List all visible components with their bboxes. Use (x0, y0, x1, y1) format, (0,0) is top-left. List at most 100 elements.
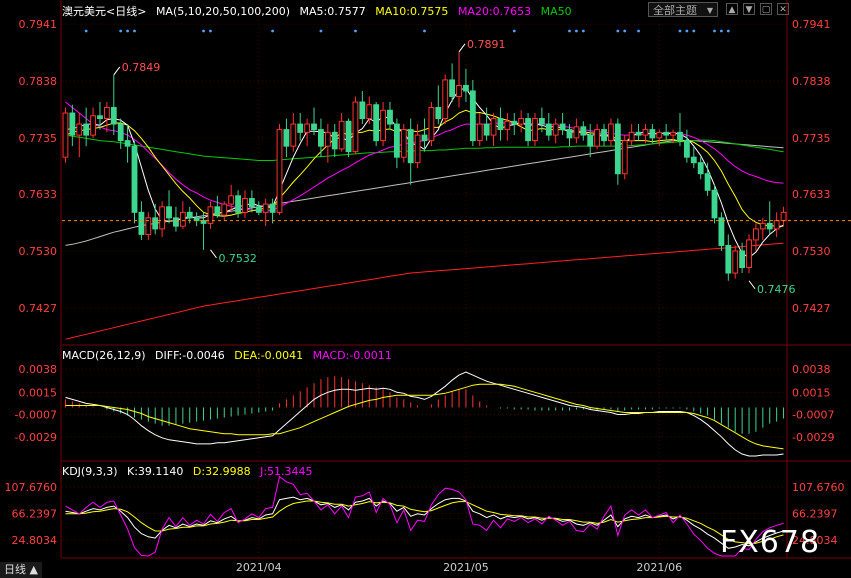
event-marker-icon (209, 29, 212, 33)
annotation-pointer (210, 249, 217, 259)
candle-body (228, 195, 235, 205)
macd-tick-right: 0.0015 (792, 386, 831, 399)
down-icon[interactable]: ▼ (743, 3, 755, 15)
candle-body (83, 123, 90, 136)
candle-body (276, 129, 283, 213)
event-marker-icon (319, 29, 323, 33)
event-marker-icon (119, 29, 123, 33)
event-marker-icon (637, 29, 640, 33)
event-marker-icon (568, 29, 571, 33)
candle-body (442, 79, 449, 120)
candle-body (235, 195, 241, 213)
macd-tick-left: -0.0029 (15, 431, 57, 444)
kdj-d: D:32.9988 (192, 465, 251, 478)
close-icon[interactable]: ✕ (777, 3, 789, 15)
candle-body (573, 126, 580, 139)
event-marker-icon (685, 29, 689, 33)
event-marker-icon (575, 29, 578, 33)
candle-body (152, 217, 159, 230)
ma20-line (65, 101, 784, 212)
candle-body (621, 140, 628, 175)
event-marker-icon (623, 29, 627, 33)
candle-body (428, 107, 435, 142)
candle-body (552, 123, 559, 136)
price-tick-left: 0.7633 (19, 188, 58, 201)
event-marker-icon (84, 29, 88, 33)
candle-body (525, 118, 531, 142)
theme-select[interactable]: 全部主题 ▼ (648, 2, 718, 17)
candle-body (780, 211, 787, 222)
price-tick-right: 0.7530 (792, 245, 831, 258)
candle-body (718, 217, 725, 246)
candle-body (255, 206, 262, 213)
kdj-tick-left: 66.2397 (12, 508, 58, 521)
candle-body (476, 123, 483, 142)
ma5-value: MA5:0.7577 (299, 5, 366, 18)
candle-body (608, 123, 614, 142)
candle-body (449, 79, 456, 97)
period-label[interactable]: <日线> (106, 5, 146, 18)
main-legend: 澳元美元<日线> MA(5,10,20,50,100,200) MA5:0.75… (62, 3, 578, 19)
restore-icon[interactable]: ▢ (760, 3, 772, 15)
candle-body (124, 140, 131, 147)
candle-body (414, 134, 421, 164)
candle-body (103, 107, 110, 120)
candle-body (725, 244, 732, 274)
candle-body (469, 90, 476, 142)
candle-body (304, 123, 311, 133)
event-marker-icon (720, 29, 723, 33)
candle-body (324, 131, 331, 147)
candle-body (421, 134, 428, 142)
event-marker-icon (581, 29, 585, 33)
annotation-pointer (748, 280, 756, 290)
event-marker-icon (133, 29, 136, 33)
price-tick-left: 0.7735 (19, 132, 58, 145)
candle-body (283, 129, 290, 147)
price-tick-left: 0.7941 (19, 18, 58, 31)
ma20-value: MA20:0.7653 (457, 5, 532, 18)
candle-body (566, 129, 573, 139)
candle-body (262, 203, 269, 213)
candle-body (456, 84, 462, 97)
candle-body (242, 198, 248, 213)
candle-body (69, 112, 76, 136)
candle-body (711, 189, 718, 219)
macd-legend: MACD(26,12,9) DIFF:-0.0046 DEA:-0.0041 M… (62, 349, 398, 362)
period-tab[interactable]: 日线 ▲ (0, 562, 42, 578)
macd-params: MACD(26,12,9) (62, 349, 146, 362)
up-icon[interactable]: ▲ (726, 3, 738, 15)
event-marker-icon (616, 29, 620, 33)
dropdown-arrow-icon: ▼ (706, 6, 713, 15)
candle-body (318, 129, 324, 147)
candle-body (635, 131, 642, 136)
event-marker-icon (126, 29, 129, 33)
x-axis-label: 2021/06 (636, 561, 682, 574)
candle-body (131, 145, 138, 213)
candle-body (538, 118, 545, 125)
candle-body (649, 129, 656, 139)
candle-body (221, 203, 228, 216)
candle-body (400, 129, 407, 158)
candle-body (62, 112, 69, 158)
ma100-line (65, 140, 784, 246)
macd-dea-line (65, 383, 784, 450)
candle-body (393, 123, 400, 158)
event-marker-icon (354, 29, 357, 33)
price-tick-right: 0.7633 (792, 188, 831, 201)
candle-body (746, 239, 752, 269)
candle-body (290, 123, 297, 147)
candle-body (683, 140, 690, 158)
kdj-legend: KDJ(9,3,3) K:39.1140 D:32.9988 J:51.3445 (62, 465, 319, 478)
theme-select-label: 全部主题 (653, 4, 697, 17)
candle-body (497, 118, 504, 131)
price-tick-right: 0.7427 (792, 302, 831, 315)
kdj-j-line (65, 475, 784, 557)
candle-body (677, 131, 683, 142)
macd-tick-right: -0.0029 (792, 431, 834, 444)
candle-body (248, 198, 255, 208)
candle-body (186, 211, 193, 219)
kdj-tick-right: 107.6760 (792, 481, 845, 494)
watermark-logo: FX678 (720, 525, 821, 560)
symbol-label[interactable]: 澳元美元 (62, 5, 106, 18)
candle-body (380, 109, 386, 142)
